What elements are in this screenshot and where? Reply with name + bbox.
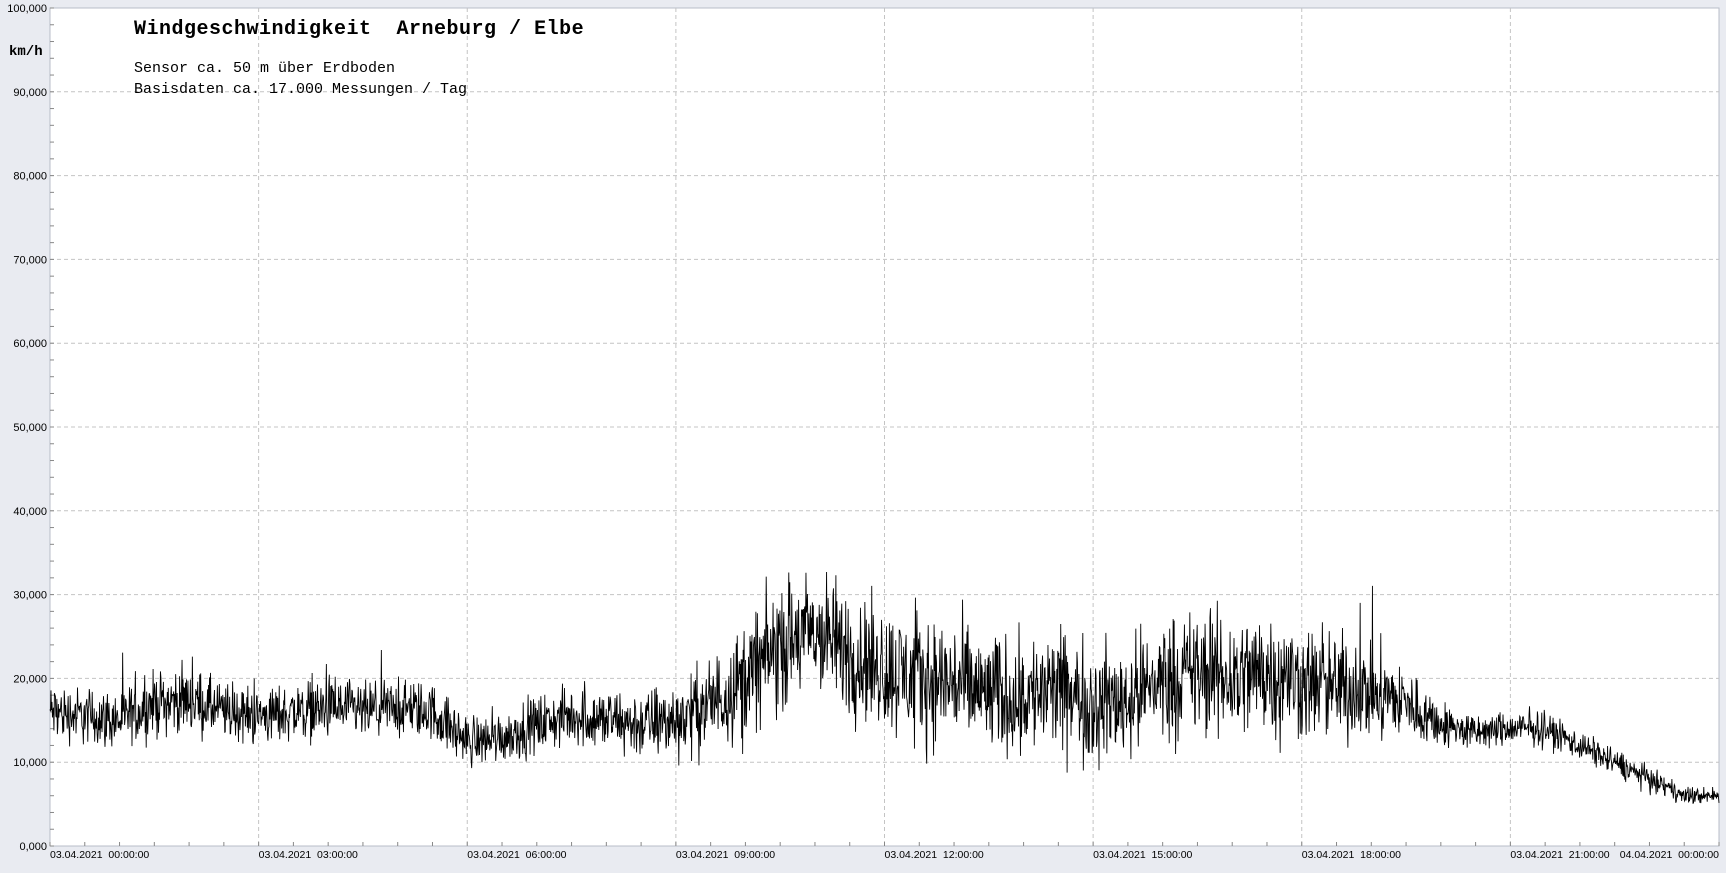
y-tick-label: 60,000 [13,338,47,350]
y-tick-label: 100,000 [7,3,47,15]
x-tick-label: 03.04.2021 12:00:00 [885,849,984,861]
y-tick-label: 90,000 [13,87,47,99]
title-block: Windgeschwindigkeit Arneburg / Elbe Sens… [134,18,584,100]
y-axis-unit-label: km/h [9,44,43,60]
subtitle-sensor: Sensor ca. 50 m über Erdboden [134,60,396,77]
x-tick-label: 03.04.2021 15:00:00 [1093,849,1192,861]
x-tick-label: 03.04.2021 03:00:00 [259,849,358,861]
y-tick-label: 30,000 [13,590,47,602]
subtitle-basisdaten: Basisdaten ca. 17.000 Messungen / Tag [134,81,468,98]
y-tick-label: 20,000 [13,673,47,685]
plot-svg: 0,000 10,000 20,000 30,000 40,000 50,000 60,00… [7,3,1720,861]
chart-title: Windgeschwindigkeit Arneburg / Elbe [134,18,585,41]
x-tick-label: 03.04.2021 18:00:00 [1302,849,1401,861]
y-tick-labels: 0,000 10,000 20,000 30,000 40,000 50,000 60,00… [7,3,47,853]
y-tick-label: 70,000 [13,254,47,266]
y-tick-label: 0,000 [19,841,47,853]
wind-speed-chart: 0,000 10,000 20,000 30,000 40,000 50,000 60,00… [0,0,1726,868]
x-tick-label: 03.04.2021 21:00:00 [1510,849,1609,861]
x-tick-labels: 03.04.2021 00:00:00 03.04.2021 03:00:00 03… [50,849,1719,861]
y-tick-label: 40,000 [13,506,47,518]
y-tick-label: 10,000 [13,757,47,769]
y-tick-label: 50,000 [13,422,47,434]
x-tick-label: 03.04.2021 09:00:00 [676,849,775,861]
x-tick-label: 03.04.2021 06:00:00 [467,849,566,861]
y-tick-label: 80,000 [13,171,47,183]
x-tick-label: 04.04.2021 00:00:00 [1620,849,1719,861]
x-tick-label: 03.04.2021 00:00:00 [50,849,149,861]
